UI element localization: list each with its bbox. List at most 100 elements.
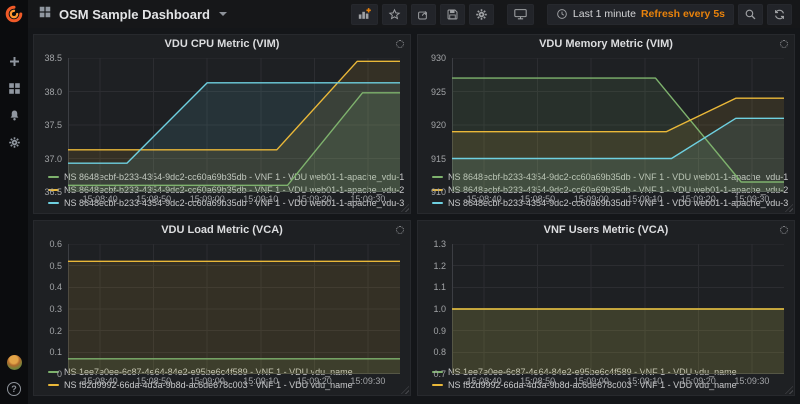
dashboard-grid: VDU CPU Metric (VIM) 36.5 37.0 37.5 38.0 38.… <box>28 28 800 404</box>
y-tick-label: 37.0 <box>34 154 62 164</box>
x-tick-label: 15:09:00 <box>567 376 615 386</box>
chart-svg <box>452 58 784 192</box>
y-tick-label: 920 <box>418 120 446 130</box>
chart-plot[interactable] <box>452 58 784 153</box>
user-avatar[interactable] <box>7 355 22 370</box>
add-panel-button[interactable] <box>351 4 378 25</box>
panel-vdu-cpu-metric: VDU CPU Metric (VIM) 36.5 37.0 37.5 38.0 38.… <box>33 34 411 214</box>
y-tick-label: 1.2 <box>418 261 446 271</box>
x-tick-label: 15:09:10 <box>237 376 285 386</box>
x-tick-label: 15:08:40 <box>460 376 508 386</box>
time-picker-button[interactable]: Last 1 minute Refresh every 5s <box>547 4 734 25</box>
y-tick-label: 915 <box>418 154 446 164</box>
refresh-interval-label: Refresh every 5s <box>641 8 725 20</box>
chart-plot[interactable] <box>452 244 784 348</box>
series-fill <box>68 261 400 374</box>
x-tick-label: 15:08:50 <box>130 376 178 386</box>
x-tick-label: 15:08:40 <box>76 376 124 386</box>
main-area: OSM Sample Dashboard <box>28 0 800 404</box>
chart-area: 00.10.20.30.40.50.615:08:4015:08:5015:09… <box>34 240 410 364</box>
y-tick-label: 0.3 <box>34 304 62 314</box>
y-tick-label: 38.5 <box>34 53 62 63</box>
x-tick-label: 15:08:40 <box>76 194 124 204</box>
legend-series-swatch <box>432 202 443 204</box>
series-fill <box>452 309 784 374</box>
y-tick-label: 0.9 <box>418 326 446 336</box>
save-button[interactable] <box>440 4 465 25</box>
caret-down-icon <box>219 12 227 16</box>
grafana-logo[interactable] <box>5 5 23 28</box>
x-tick-label: 15:09:00 <box>183 194 231 204</box>
y-tick-label: 910 <box>418 187 446 197</box>
loading-spinner-icon <box>780 226 788 234</box>
panel-title[interactable]: VNF Users Metric (VCA) <box>418 221 794 240</box>
panel-title[interactable]: VDU Load Metric (VCA) <box>34 221 410 240</box>
zoom-out-button[interactable] <box>738 4 763 25</box>
legend-series-swatch <box>48 384 59 386</box>
share-button[interactable] <box>411 4 436 25</box>
legend-series-swatch <box>432 176 443 178</box>
sidebar: ? <box>0 0 28 404</box>
apps-grid-icon <box>38 5 52 24</box>
y-tick-label: 0.8 <box>418 347 446 357</box>
loading-spinner-icon <box>780 40 788 48</box>
time-range-label: Last 1 minute <box>573 8 636 20</box>
alerting-bell-icon[interactable] <box>7 108 21 122</box>
settings-gear-button[interactable] <box>469 4 494 25</box>
x-tick-label: 15:09:30 <box>728 194 776 204</box>
grafana-app: ? OSM Sample Dashboard <box>0 0 800 404</box>
panel-title[interactable]: VDU Memory Metric (VIM) <box>418 35 794 54</box>
x-tick-label: 15:09:20 <box>674 376 722 386</box>
y-tick-label: 925 <box>418 87 446 97</box>
x-tick-label: 15:08:50 <box>130 194 178 204</box>
y-tick-label: 0.7 <box>418 369 446 379</box>
y-tick-label: 0.4 <box>34 282 62 292</box>
legend-series-swatch <box>432 384 443 386</box>
chart-area: 91091592092593015:08:4015:08:5015:09:001… <box>418 54 794 169</box>
y-tick-label: 1.1 <box>418 282 446 292</box>
configuration-gear-icon[interactable] <box>7 135 21 149</box>
sidebar-bottom: ? <box>7 355 22 396</box>
refresh-button[interactable] <box>767 4 792 25</box>
x-tick-label: 15:09:30 <box>344 194 392 204</box>
chart-svg <box>452 244 784 374</box>
x-tick-label: 15:09:10 <box>621 376 669 386</box>
sidebar-nav <box>7 54 21 149</box>
create-plus-icon[interactable] <box>7 54 21 68</box>
chart-area: 0.70.80.91.01.11.21.315:08:4015:08:5015:… <box>418 240 794 364</box>
x-tick-label: 15:09:20 <box>290 194 338 204</box>
y-tick-label: 36.5 <box>34 187 62 197</box>
tv-mode-button[interactable] <box>507 4 534 25</box>
chart-plot[interactable] <box>68 58 400 153</box>
loading-spinner-icon <box>396 226 404 234</box>
dashboard-picker[interactable]: OSM Sample Dashboard <box>38 5 227 24</box>
top-navbar: OSM Sample Dashboard <box>28 0 800 28</box>
x-tick-label: 15:08:40 <box>460 194 508 204</box>
chart-plot[interactable] <box>68 244 400 348</box>
panel-vdu-load-metric: VDU Load Metric (VCA) 00.10.20.30.40.50.… <box>33 220 411 396</box>
series-fill <box>68 83 400 192</box>
x-tick-label: 15:09:30 <box>344 376 392 386</box>
dashboards-grid-icon[interactable] <box>7 81 21 95</box>
help-icon[interactable]: ? <box>7 382 21 396</box>
x-tick-label: 15:08:50 <box>514 376 562 386</box>
panel-vnf-users-metric: VNF Users Metric (VCA) 0.70.80.91.01.11.… <box>417 220 795 396</box>
x-tick-label: 15:09:20 <box>674 194 722 204</box>
clock-icon <box>556 8 568 20</box>
y-tick-label: 38.0 <box>34 87 62 97</box>
x-tick-label: 15:08:50 <box>514 194 562 204</box>
y-tick-label: 0.2 <box>34 326 62 336</box>
star-button[interactable] <box>382 4 407 25</box>
chart-svg <box>68 58 400 192</box>
panel-title[interactable]: VDU CPU Metric (VIM) <box>34 35 410 54</box>
x-tick-label: 15:09:00 <box>567 194 615 204</box>
dashboard-title: OSM Sample Dashboard <box>59 7 210 22</box>
y-tick-label: 930 <box>418 53 446 63</box>
y-tick-label: 37.5 <box>34 120 62 130</box>
y-tick-label: 0.6 <box>34 239 62 249</box>
legend-series-swatch <box>48 202 59 204</box>
x-tick-label: 15:09:20 <box>290 376 338 386</box>
x-tick-label: 15:09:00 <box>183 376 231 386</box>
legend-series-swatch <box>48 176 59 178</box>
x-tick-label: 15:09:30 <box>728 376 776 386</box>
